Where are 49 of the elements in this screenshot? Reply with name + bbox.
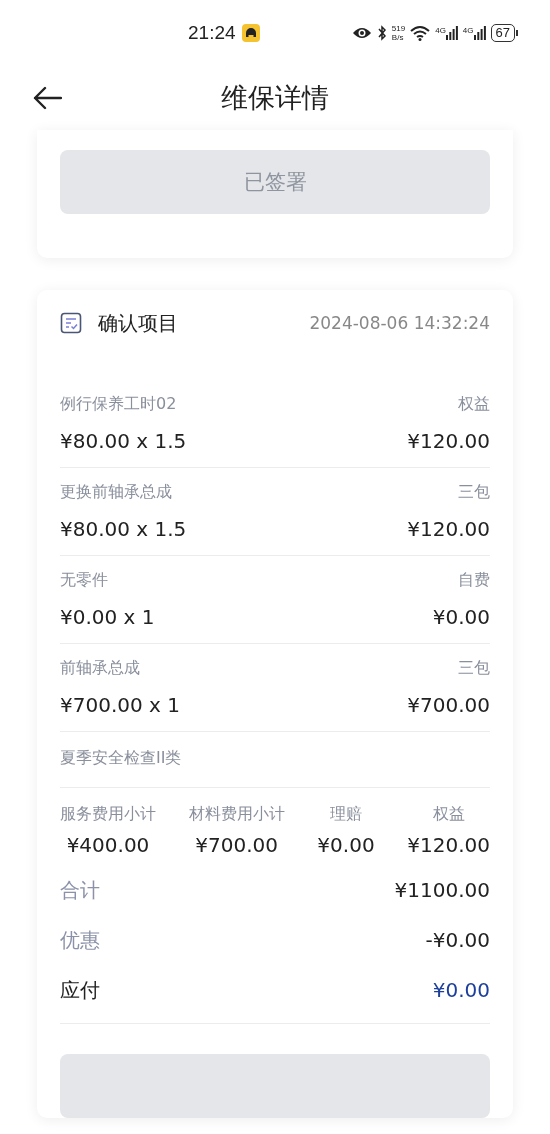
item-price: ¥80.00 x 1.5 <box>60 429 187 453</box>
back-button[interactable] <box>32 85 62 110</box>
item-amount: ¥120.00 <box>407 517 490 541</box>
subtotal-label: 材料费用小计 <box>188 804 285 825</box>
confirm-datetime: 2024-08-06 14:32:24 <box>309 313 490 333</box>
eye-icon <box>351 25 372 40</box>
subtotal-label: 服务费用小计 <box>60 804 156 825</box>
item-price: ¥80.00 x 1.5 <box>60 517 187 541</box>
signal-icon <box>473 25 486 40</box>
page-title: 维保详情 <box>221 80 329 115</box>
total-label: 优惠 <box>60 926 100 954</box>
item-name: 例行保养工时02 <box>60 394 177 415</box>
subtotal-label: 理赔 <box>329 804 362 825</box>
network-speed: 519 <box>391 23 406 33</box>
subtotal-value: ¥700.00 <box>195 833 279 857</box>
total-value: ¥0.00 <box>432 978 490 1002</box>
item-category: 三包 <box>458 482 490 503</box>
app-notification-icon <box>241 23 260 42</box>
item-amount: ¥700.00 <box>407 693 490 717</box>
network-type: 4G <box>462 25 474 35</box>
item-category: 自费 <box>458 570 490 591</box>
subtotal-label: 权益 <box>432 804 465 825</box>
total-label: 合计 <box>60 876 100 904</box>
item-name: 更换前轴承总成 <box>60 482 172 503</box>
network-type: 4G <box>435 25 446 35</box>
subtotal-value: ¥400.00 <box>66 833 150 857</box>
checklist-icon <box>60 312 82 334</box>
item-name: 前轴承总成 <box>60 658 140 679</box>
item-amount: ¥0.00 <box>432 605 490 629</box>
speed-unit: B/s <box>391 32 405 42</box>
item-price: ¥0.00 x 1 <box>60 605 155 629</box>
back-arrow-icon <box>32 85 62 110</box>
section-title: 确认项目 <box>98 309 178 337</box>
clock-time: 21:24 <box>188 21 236 44</box>
total-value: ¥1100.00 <box>394 878 490 902</box>
battery-level: 67 <box>495 25 510 40</box>
total-value: -¥0.00 <box>425 928 490 952</box>
item-category: 权益 <box>458 394 490 415</box>
item-price: ¥700.00 x 1 <box>60 693 180 717</box>
total-label: 应付 <box>60 976 100 1004</box>
item-name: 夏季安全检查II类 <box>60 748 183 769</box>
subtotal-value: ¥0.00 <box>317 833 375 857</box>
item-category: 三包 <box>458 658 490 679</box>
signal-icon <box>445 25 458 40</box>
item-amount: ¥120.00 <box>407 429 490 453</box>
wifi-icon <box>410 24 431 41</box>
bluetooth-icon <box>376 24 387 41</box>
item-name: 无零件 <box>60 570 108 591</box>
subtotal-value: ¥120.00 <box>407 833 490 857</box>
